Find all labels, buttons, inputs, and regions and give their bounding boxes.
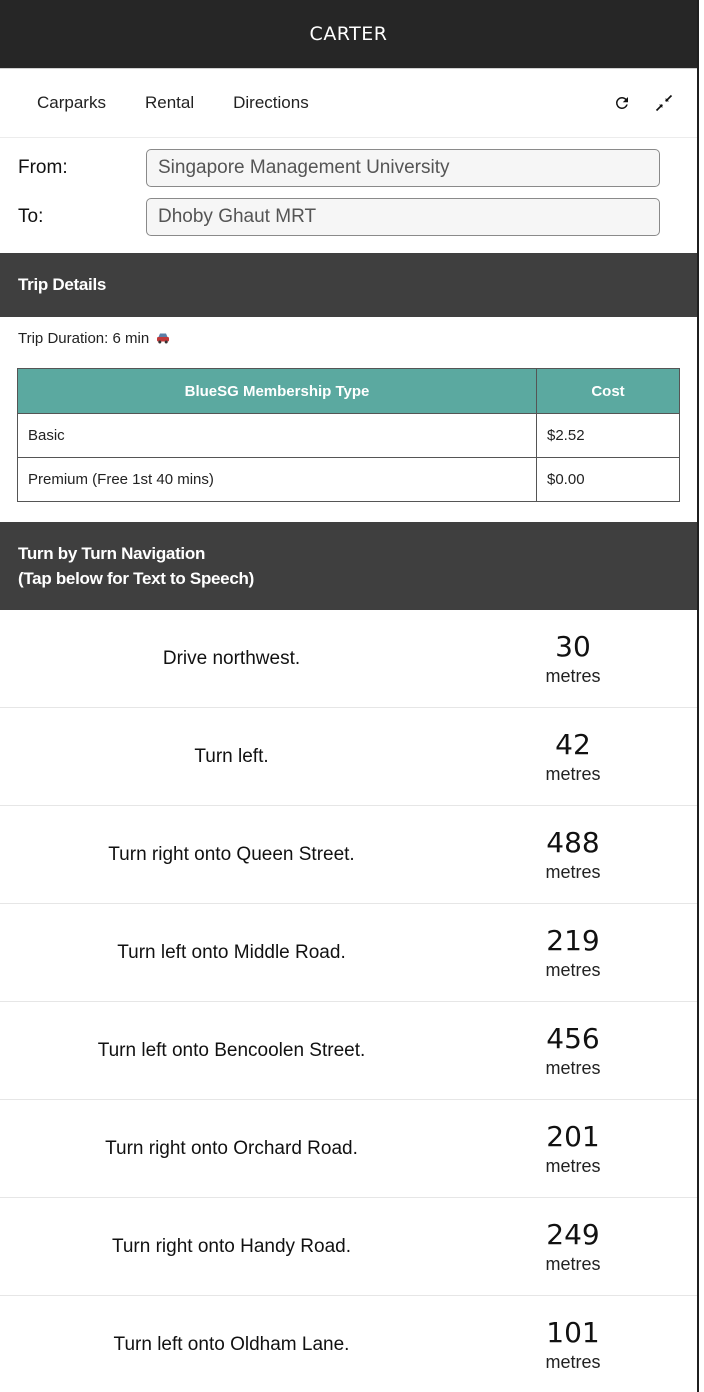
trip-duration-text: Trip Duration: 6 min: [18, 329, 150, 347]
step-distance-unit: metres: [545, 1253, 601, 1274]
to-row: To:: [18, 197, 697, 236]
step-distance: 201 metres: [449, 1120, 697, 1178]
table-row: Basic $2.52: [17, 413, 680, 458]
step-distance: 101 metres: [449, 1316, 697, 1374]
step-distance-unit: metres: [545, 1057, 601, 1078]
navigation-step[interactable]: Turn left onto Middle Road. 219 metres: [0, 904, 697, 1002]
cost-cell: $0.00: [536, 457, 680, 502]
step-instruction: Turn left onto Oldham Lane.: [113, 1333, 350, 1355]
app-title: CARTER: [309, 23, 388, 45]
step-distance-unit: metres: [545, 959, 601, 980]
step-distance-value: 42: [555, 727, 591, 761]
from-input[interactable]: [146, 148, 660, 187]
trip-details-header: Trip Details: [0, 253, 697, 317]
step-instruction: Turn right onto Handy Road.: [111, 1235, 352, 1257]
app-frame: CARTER Carparks Rental Directions From: …: [0, 0, 699, 1392]
navigation-step[interactable]: Turn left onto Bencoolen Street. 456 met…: [0, 1002, 697, 1100]
tab-rental[interactable]: Rental: [145, 93, 194, 113]
membership-type-cell: Basic: [17, 413, 537, 458]
table-row: Premium (Free 1st 40 mins) $0.00: [17, 457, 680, 502]
navigation-subtitle: (Tap below for Text to Speech): [18, 569, 254, 588]
membership-type-header: BlueSG Membership Type: [17, 368, 537, 414]
car-icon: [156, 332, 170, 344]
step-distance: 219 metres: [449, 924, 697, 982]
step-distance-unit: metres: [545, 763, 601, 784]
to-label: To:: [18, 205, 44, 227]
step-distance: 249 metres: [449, 1218, 697, 1276]
step-distance: 30 metres: [449, 630, 697, 688]
step-distance: 42 metres: [449, 728, 697, 786]
step-instruction: Turn left.: [194, 745, 269, 767]
app-bar: CARTER: [0, 0, 697, 69]
refresh-icon[interactable]: [611, 92, 633, 114]
trip-duration: Trip Duration: 6 min: [0, 317, 697, 359]
navigation-step[interactable]: Turn left onto Oldham Lane. 101 metres: [0, 1296, 697, 1392]
route-form: From: To:: [0, 138, 697, 245]
from-label: From:: [18, 156, 68, 178]
navigation-header: Turn by Turn Navigation (Tap below for T…: [0, 522, 697, 610]
membership-type-cell: Premium (Free 1st 40 mins): [17, 457, 537, 502]
to-input[interactable]: [146, 197, 660, 236]
trip-details-title: Trip Details: [18, 275, 107, 294]
navigation-step[interactable]: Turn left. 42 metres: [0, 708, 697, 806]
step-instruction: Turn right onto Orchard Road.: [105, 1137, 358, 1159]
step-distance-unit: metres: [545, 1155, 601, 1176]
from-row: From:: [18, 148, 697, 187]
tab-carparks[interactable]: Carparks: [37, 93, 106, 113]
step-distance-value: 249: [546, 1217, 600, 1251]
tab-bar: Carparks Rental Directions: [0, 69, 697, 138]
step-distance-value: 488: [546, 825, 600, 859]
step-distance: 456 metres: [449, 1022, 697, 1080]
table-header-row: BlueSG Membership Type Cost: [17, 368, 680, 414]
step-instruction: Turn left onto Middle Road.: [117, 941, 346, 963]
step-distance-value: 30: [555, 629, 591, 663]
navigation-step[interactable]: Drive northwest. 30 metres: [0, 610, 697, 708]
navigation-title: Turn by Turn Navigation: [18, 544, 206, 563]
step-distance-value: 219: [546, 923, 600, 957]
step-instruction: Drive northwest.: [162, 647, 301, 669]
cost-cell: $2.52: [536, 413, 680, 458]
navigation-step[interactable]: Turn right onto Handy Road. 249 metres: [0, 1198, 697, 1296]
step-distance-unit: metres: [545, 665, 601, 686]
navigation-step[interactable]: Turn right onto Queen Street. 488 metres: [0, 806, 697, 904]
step-distance-unit: metres: [545, 1351, 601, 1372]
step-distance-value: 201: [546, 1119, 600, 1153]
navigation-steps: Drive northwest. 30 metres Turn left. 42…: [0, 610, 697, 1392]
step-instruction: Turn right onto Queen Street.: [108, 843, 355, 865]
membership-cost-table: BlueSG Membership Type Cost Basic $2.52 …: [17, 368, 680, 502]
step-distance-unit: metres: [545, 861, 601, 882]
cost-header: Cost: [536, 368, 680, 414]
navigation-step[interactable]: Turn right onto Orchard Road. 201 metres: [0, 1100, 697, 1198]
step-distance-value: 456: [546, 1021, 600, 1055]
collapse-icon[interactable]: [653, 92, 675, 114]
tab-directions[interactable]: Directions: [233, 93, 309, 113]
step-distance: 488 metres: [449, 826, 697, 884]
step-distance-value: 101: [546, 1315, 600, 1349]
step-instruction: Turn left onto Bencoolen Street.: [97, 1039, 366, 1061]
